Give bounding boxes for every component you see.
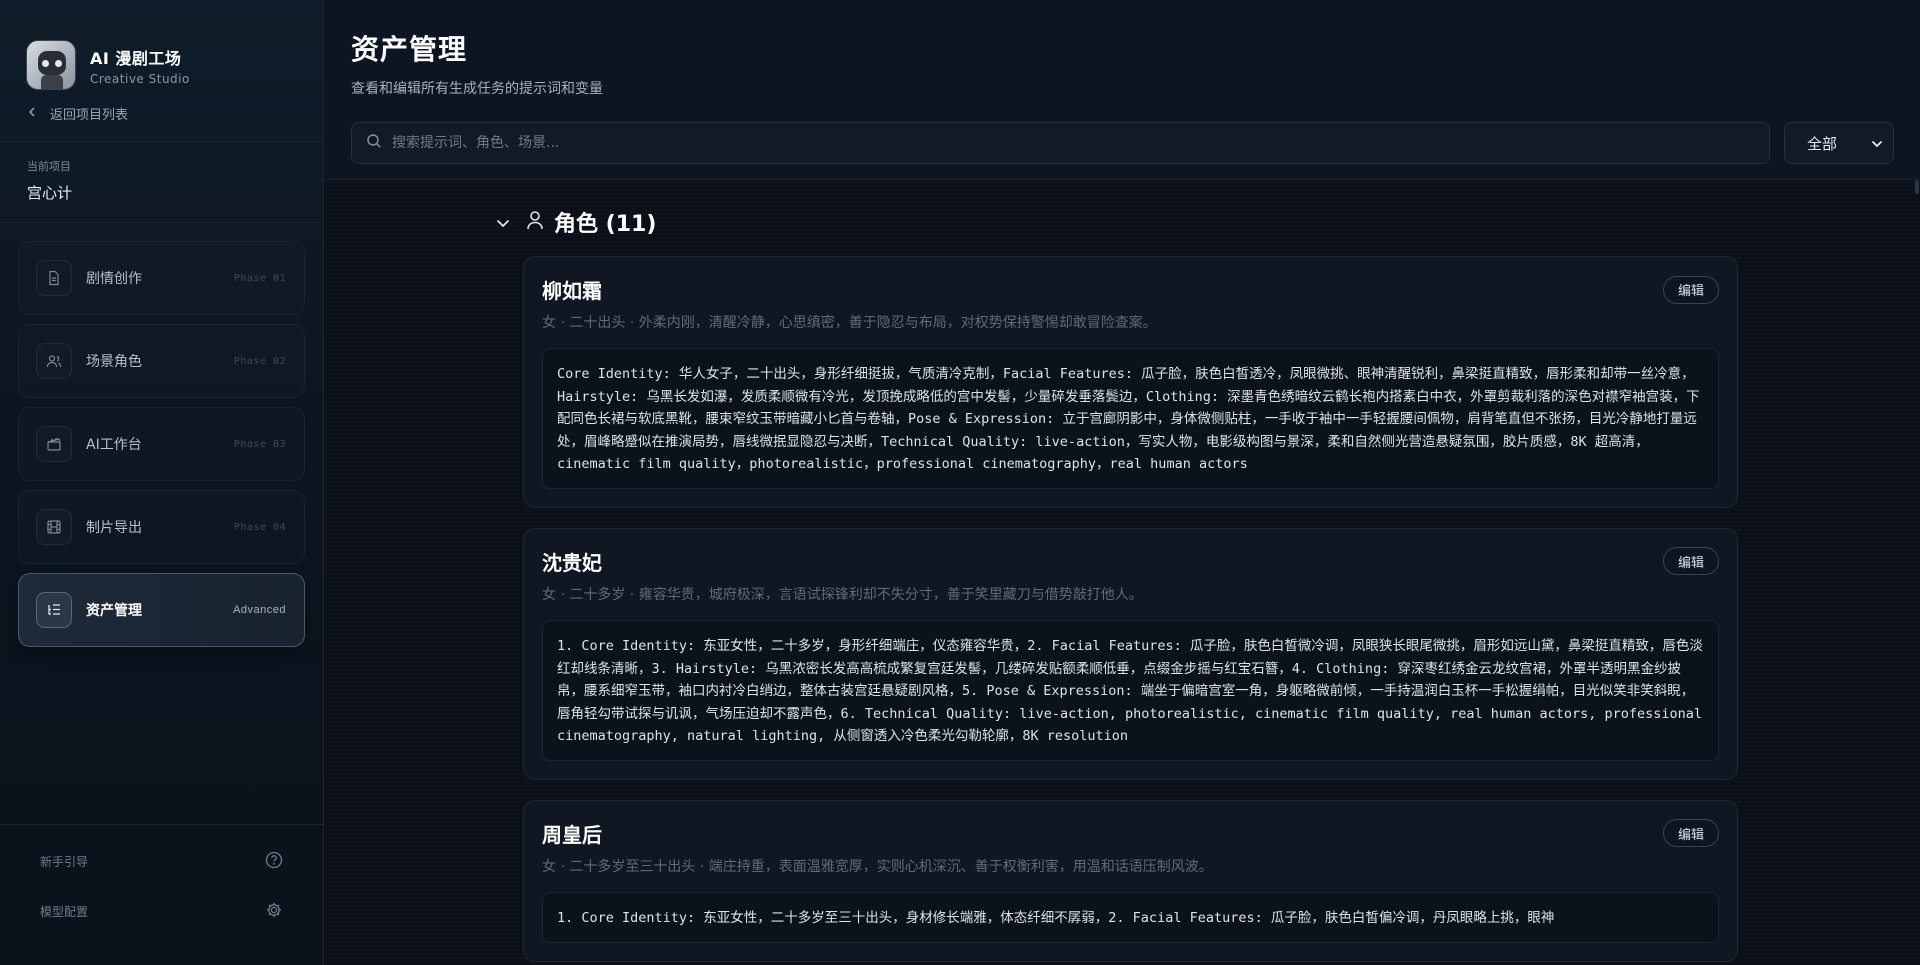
- onboarding-guide-label: 新手引导: [40, 854, 89, 869]
- edit-button[interactable]: 编辑: [1662, 275, 1719, 304]
- app-subtitle: Creative Studio: [90, 71, 190, 86]
- main-panel: 资产管理 查看和编辑所有生成任务的提示词和变量 全部: [324, 0, 1920, 965]
- nav-item-phase: Phase 03: [233, 438, 286, 450]
- current-project-label: 当前项目: [27, 160, 71, 173]
- nav-item-story[interactable]: 剧情创作 Phase 01: [18, 241, 305, 315]
- page-title: 资产管理: [351, 33, 468, 66]
- brand: AI 漫剧工场 Creative Studio: [0, 0, 323, 104]
- nav-item-label: 制片导出: [86, 520, 142, 536]
- category-filter-value: 全部: [1807, 134, 1838, 153]
- nav-item-phase: Advanced: [233, 604, 286, 616]
- page-subtitle: 查看和编辑所有生成任务的提示词和变量: [351, 81, 603, 97]
- nav-item-label: AI工作台: [86, 437, 142, 453]
- gear-icon: [265, 901, 283, 922]
- current-project-name: 宫心计: [27, 184, 73, 202]
- nav-item-label: 资产管理: [86, 603, 142, 619]
- edit-button[interactable]: 编辑: [1662, 819, 1719, 848]
- asset-card: 周皇后 编辑 女 · 二十多岁至三十出头 · 端庄持重，表面温雅宽厚，实则心机深…: [523, 799, 1738, 962]
- asset-card-name: 周皇后: [542, 822, 602, 847]
- asset-card-name: 柳如霜: [542, 279, 602, 303]
- current-project: 当前项目 宫心计: [0, 142, 323, 222]
- content-scrollbar[interactable]: [1914, 180, 1920, 965]
- group-header-characters[interactable]: 角色 (11): [496, 200, 1716, 244]
- onboarding-guide-button[interactable]: 新手引导: [0, 847, 323, 875]
- search-input[interactable]: [392, 135, 1755, 151]
- page-header: 资产管理 查看和编辑所有生成任务的提示词和变量 全部: [324, 0, 1920, 180]
- nav-item-phase: Phase 02: [233, 355, 286, 367]
- sidebar-nav: 剧情创作 Phase 01 场景角色 Phase 02 AI工作台 Phase …: [0, 223, 323, 647]
- chevron-down-icon: [496, 213, 510, 232]
- nav-item-phase: Phase 04: [233, 521, 286, 533]
- nav-item-ai-workbench[interactable]: AI工作台 Phase 03: [18, 407, 305, 481]
- robot-logo-icon: [26, 40, 76, 90]
- search-icon: [366, 133, 382, 153]
- nav-item-scenes-characters[interactable]: 场景角色 Phase 02: [18, 324, 305, 398]
- film-icon: [36, 509, 72, 545]
- toolbar: 全部: [351, 122, 1894, 164]
- clapper-icon: [36, 426, 72, 462]
- app-root: AI 漫剧工场 Creative Studio 返回项目列表 当前项目 宫心计 …: [0, 0, 1920, 965]
- asset-card: 沈贵妃 编辑 女 · 二十多岁 · 雍容华贵，城府极深，言语试探锋利却不失分寸，…: [523, 527, 1738, 780]
- nav-item-label: 剧情创作: [86, 271, 142, 287]
- group-title: 角色 (11): [554, 212, 657, 237]
- model-config-button[interactable]: 模型配置: [0, 897, 323, 925]
- sidebar: AI 漫剧工场 Creative Studio 返回项目列表 当前项目 宫心计 …: [0, 0, 324, 965]
- asset-card-prompt: Core Identity: 华人女子，二十出头，身形纤细挺拔，气质清冷克制，F…: [542, 348, 1719, 489]
- nav-item-production-export[interactable]: 制片导出 Phase 04: [18, 490, 305, 564]
- asset-card-prompt: 1. Core Identity: 东亚女性，二十多岁，身形纤细端庄，仪态雍容华…: [542, 619, 1719, 761]
- category-filter-select[interactable]: 全部: [1784, 122, 1894, 164]
- asset-card-description: 女 · 二十多岁至三十出头 · 端庄持重，表面温雅宽厚，实则心机深沉、善于权衡利…: [542, 858, 1213, 875]
- model-config-label: 模型配置: [40, 904, 89, 919]
- asset-card-name: 沈贵妃: [542, 550, 602, 575]
- nav-item-phase: Phase 01: [233, 272, 286, 284]
- asset-card-description: 女 · 二十出头 · 外柔内刚，清醒冷静，心思缜密，善于隐忍与布局，对权势保持警…: [542, 315, 1157, 331]
- edit-button[interactable]: 编辑: [1662, 547, 1719, 576]
- asset-card-description: 女 · 二十多岁 · 雍容华贵，城府极深，言语试探锋利却不失分寸，善于笑里藏刀与…: [542, 586, 1143, 603]
- nav-item-label: 场景角色: [86, 354, 142, 370]
- asset-list: 角色 (11) 柳如霜 编辑 女 · 二十出头 · 外柔内刚，清醒冷静，心思缜密…: [496, 200, 1738, 962]
- sidebar-footer: 新手引导 模型配置: [0, 824, 323, 965]
- users-icon: [36, 343, 72, 379]
- help-circle-icon: [265, 851, 283, 872]
- back-link-label: 返回项目列表: [50, 107, 129, 123]
- user-icon: [526, 210, 544, 234]
- chevron-left-icon: [28, 106, 42, 120]
- asset-card-prompt: 1. Core Identity: 东亚女性，二十多岁至三十出头，身材修长端雅，…: [542, 891, 1719, 943]
- search-box: [351, 122, 1770, 164]
- document-icon: [36, 260, 72, 296]
- list-tree-icon: [36, 592, 72, 628]
- app-title: AI 漫剧工场: [90, 48, 182, 68]
- chevron-down-icon: [1871, 134, 1883, 152]
- nav-item-asset-management[interactable]: 资产管理 Advanced: [18, 573, 305, 647]
- back-to-projects-link[interactable]: 返回项目列表: [0, 104, 323, 123]
- asset-card: 柳如霜 编辑 女 · 二十出头 · 外柔内刚，清醒冷静，心思缜密，善于隐忍与布局…: [523, 256, 1738, 508]
